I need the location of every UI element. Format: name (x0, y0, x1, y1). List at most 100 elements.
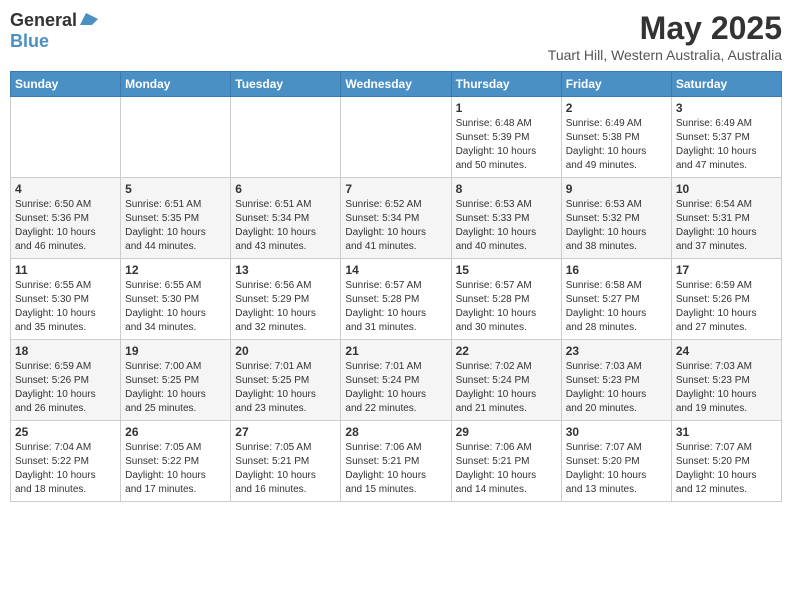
calendar-cell: 30 Sunrise: 7:07 AM Sunset: 5:20 PM Dayli… (561, 421, 671, 502)
day-info: Sunrise: 6:50 AM Sunset: 5:36 PM Dayligh… (15, 198, 116, 254)
day-header-sunday: Sunday (11, 72, 121, 97)
calendar-cell: 2Sunrise: 6:49 AM Sunset: 5:38 PM Daylig… (561, 97, 671, 178)
page-header: General Blue May 2025 Tuart Hill, Wester… (10, 10, 782, 63)
day-info: Sunrise: 7:02 AM Sunset: 5:24 PM Dayligh… (456, 360, 557, 416)
calendar-cell: 18 Sunrise: 6:59 AM Sunset: 5:26 PM Dayli… (11, 340, 121, 421)
calendar-cell: 15Sunrise: 6:57 AM Sunset: 5:28 PM Dayli… (451, 259, 561, 340)
day-info: Sunrise: 7:03 AM Sunset: 5:23 PM Dayligh… (566, 360, 667, 416)
day-info: Sunrise: 7:06 AM Sunset: 5:21 PM Dayligh… (345, 441, 446, 497)
day-info: Sunrise: 6:52 AM Sunset: 5:34 PM Dayligh… (345, 198, 446, 254)
calendar-cell (11, 97, 121, 178)
calendar-cell: 8 Sunrise: 6:53 AM Sunset: 5:33 PM Daylig… (451, 178, 561, 259)
calendar-cell: 5 Sunrise: 6:51 AM Sunset: 5:35 PM Daylig… (121, 178, 231, 259)
day-number: 19 (125, 344, 226, 358)
calendar-cell: 20Sunrise: 7:01 AM Sunset: 5:25 PM Dayli… (231, 340, 341, 421)
day-header-saturday: Saturday (671, 72, 781, 97)
day-number: 31 (676, 425, 777, 439)
calendar-cell: 21 Sunrise: 7:01 AM Sunset: 5:24 PM Dayli… (341, 340, 451, 421)
day-number: 6 (235, 182, 336, 196)
calendar-cell: 31 Sunrise: 7:07 AM Sunset: 5:20 PM Dayli… (671, 421, 781, 502)
day-info: Sunrise: 7:05 AM Sunset: 5:22 PM Dayligh… (125, 441, 226, 497)
day-number: 13 (235, 263, 336, 277)
calendar-table: SundayMondayTuesdayWednesdayThursdayFrid… (10, 71, 782, 502)
calendar-cell: 3 Sunrise: 6:49 AM Sunset: 5:37 PM Daylig… (671, 97, 781, 178)
calendar-cell: 13Sunrise: 6:56 AM Sunset: 5:29 PM Dayli… (231, 259, 341, 340)
calendar-cell: 1 Sunrise: 6:48 AM Sunset: 5:39 PM Daylig… (451, 97, 561, 178)
day-info: Sunrise: 7:03 AM Sunset: 5:23 PM Dayligh… (676, 360, 777, 416)
calendar-cell (231, 97, 341, 178)
day-info: Sunrise: 6:48 AM Sunset: 5:39 PM Dayligh… (456, 117, 557, 173)
calendar-cell: 4 Sunrise: 6:50 AM Sunset: 5:36 PM Daylig… (11, 178, 121, 259)
day-number: 30 (566, 425, 667, 439)
day-info: Sunrise: 6:51 AM Sunset: 5:35 PM Dayligh… (125, 198, 226, 254)
day-number: 9 (566, 182, 667, 196)
day-info: Sunrise: 7:04 AM Sunset: 5:22 PM Dayligh… (15, 441, 116, 497)
calendar-cell: 23 Sunrise: 7:03 AM Sunset: 5:23 PM Dayli… (561, 340, 671, 421)
day-info: Sunrise: 6:51 AM Sunset: 5:34 PM Dayligh… (235, 198, 336, 254)
day-info: Sunrise: 7:07 AM Sunset: 5:20 PM Dayligh… (676, 441, 777, 497)
day-number: 10 (676, 182, 777, 196)
day-header-friday: Friday (561, 72, 671, 97)
calendar-cell: 25 Sunrise: 7:04 AM Sunset: 5:22 PM Dayli… (11, 421, 121, 502)
day-header-thursday: Thursday (451, 72, 561, 97)
title-block: May 2025 Tuart Hill, Western Australia, … (548, 10, 782, 63)
calendar-cell: 29 Sunrise: 7:06 AM Sunset: 5:21 PM Dayli… (451, 421, 561, 502)
calendar-cell: 22 Sunrise: 7:02 AM Sunset: 5:24 PM Dayli… (451, 340, 561, 421)
day-info: Sunrise: 6:57 AM Sunset: 5:28 PM Dayligh… (345, 279, 446, 335)
day-number: 22 (456, 344, 557, 358)
calendar-cell: 9 Sunrise: 6:53 AM Sunset: 5:32 PM Daylig… (561, 178, 671, 259)
day-number: 4 (15, 182, 116, 196)
day-number: 23 (566, 344, 667, 358)
day-info: Sunrise: 6:53 AM Sunset: 5:33 PM Dayligh… (456, 198, 557, 254)
logo: General Blue (10, 10, 100, 52)
day-info: Sunrise: 7:06 AM Sunset: 5:21 PM Dayligh… (456, 441, 557, 497)
day-number: 24 (676, 344, 777, 358)
day-info: Sunrise: 6:55 AM Sunset: 5:30 PM Dayligh… (15, 279, 116, 335)
day-info: Sunrise: 6:53 AM Sunset: 5:32 PM Dayligh… (566, 198, 667, 254)
calendar-cell: 16 Sunrise: 6:58 AM Sunset: 5:27 PM Dayli… (561, 259, 671, 340)
calendar-cell: 7 Sunrise: 6:52 AM Sunset: 5:34 PM Daylig… (341, 178, 451, 259)
calendar-cell: 28Sunrise: 7:06 AM Sunset: 5:21 PM Dayli… (341, 421, 451, 502)
day-number: 1 (456, 101, 557, 115)
day-info: Sunrise: 6:59 AM Sunset: 5:26 PM Dayligh… (15, 360, 116, 416)
day-info: Sunrise: 6:59 AM Sunset: 5:26 PM Dayligh… (676, 279, 777, 335)
page-title: May 2025 (548, 10, 782, 47)
calendar-cell: 10 Sunrise: 6:54 AM Sunset: 5:31 PM Dayli… (671, 178, 781, 259)
day-number: 26 (125, 425, 226, 439)
day-info: Sunrise: 7:01 AM Sunset: 5:24 PM Dayligh… (345, 360, 446, 416)
calendar-cell: 12Sunrise: 6:55 AM Sunset: 5:30 PM Dayli… (121, 259, 231, 340)
day-info: Sunrise: 7:05 AM Sunset: 5:21 PM Dayligh… (235, 441, 336, 497)
day-number: 3 (676, 101, 777, 115)
day-info: Sunrise: 7:00 AM Sunset: 5:25 PM Dayligh… (125, 360, 226, 416)
day-number: 16 (566, 263, 667, 277)
logo-blue: Blue (10, 31, 49, 51)
calendar-cell: 27 Sunrise: 7:05 AM Sunset: 5:21 PM Dayli… (231, 421, 341, 502)
day-number: 5 (125, 182, 226, 196)
day-header-wednesday: Wednesday (341, 72, 451, 97)
calendar-cell: 26 Sunrise: 7:05 AM Sunset: 5:22 PM Dayli… (121, 421, 231, 502)
day-number: 25 (15, 425, 116, 439)
day-number: 8 (456, 182, 557, 196)
day-info: Sunrise: 7:07 AM Sunset: 5:20 PM Dayligh… (566, 441, 667, 497)
calendar-cell: 11 Sunrise: 6:55 AM Sunset: 5:30 PM Dayli… (11, 259, 121, 340)
day-number: 7 (345, 182, 446, 196)
day-info: Sunrise: 6:58 AM Sunset: 5:27 PM Dayligh… (566, 279, 667, 335)
calendar-cell: 17 Sunrise: 6:59 AM Sunset: 5:26 PM Dayli… (671, 259, 781, 340)
day-number: 18 (15, 344, 116, 358)
day-number: 29 (456, 425, 557, 439)
day-number: 11 (15, 263, 116, 277)
calendar-cell (341, 97, 451, 178)
day-info: Sunrise: 6:49 AM Sunset: 5:38 PM Dayligh… (566, 117, 667, 173)
day-info: Sunrise: 6:54 AM Sunset: 5:31 PM Dayligh… (676, 198, 777, 254)
day-header-monday: Monday (121, 72, 231, 97)
day-info: Sunrise: 6:57 AM Sunset: 5:28 PM Dayligh… (456, 279, 557, 335)
day-info: Sunrise: 6:49 AM Sunset: 5:37 PM Dayligh… (676, 117, 777, 173)
page-subtitle: Tuart Hill, Western Australia, Australia (548, 47, 782, 63)
day-number: 27 (235, 425, 336, 439)
day-number: 21 (345, 344, 446, 358)
day-number: 12 (125, 263, 226, 277)
calendar-cell (121, 97, 231, 178)
day-number: 14 (345, 263, 446, 277)
day-number: 17 (676, 263, 777, 277)
logo-icon (78, 11, 100, 27)
